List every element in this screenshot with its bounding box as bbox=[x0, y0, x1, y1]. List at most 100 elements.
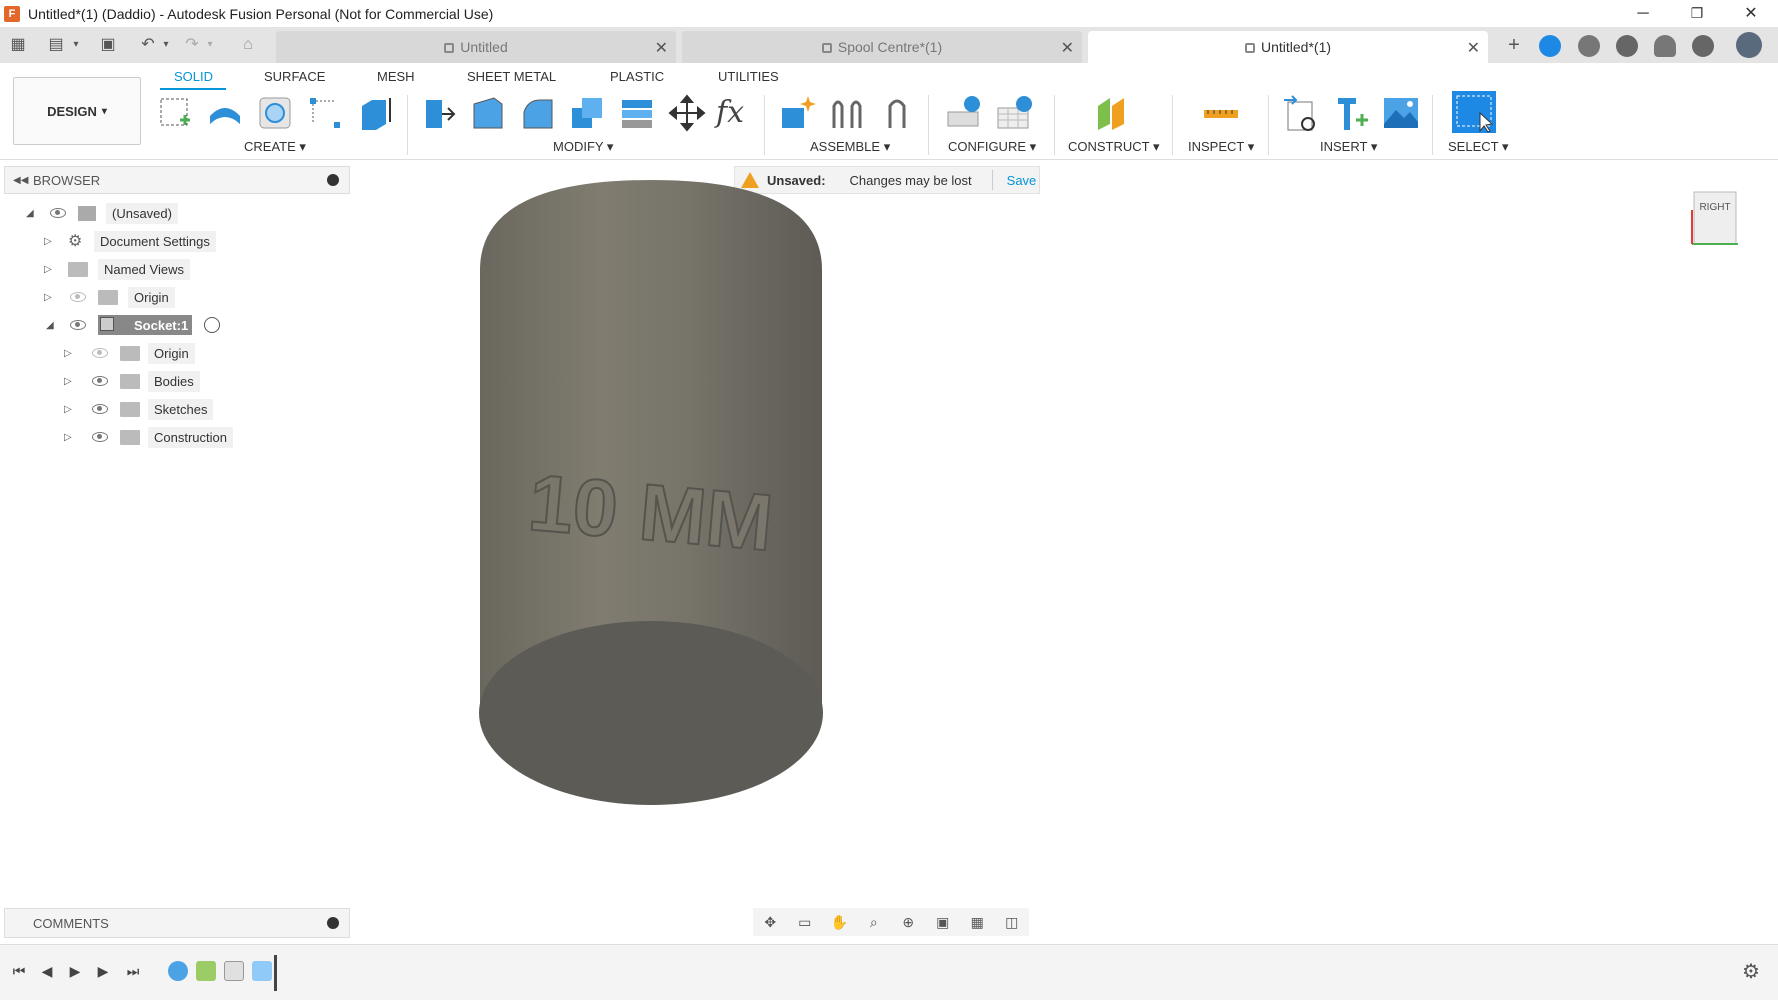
timeline-feature-sketch-icon[interactable] bbox=[196, 961, 216, 981]
visibility-eye-icon[interactable] bbox=[92, 376, 108, 386]
app-grid-icon[interactable]: ▦ bbox=[6, 33, 30, 57]
insert-canvas-icon[interactable] bbox=[1382, 94, 1420, 132]
create-menu[interactable]: CREATE ▾ bbox=[244, 139, 306, 155]
extensions-icon[interactable] bbox=[1578, 35, 1600, 57]
create-sketch-icon[interactable] bbox=[156, 94, 194, 132]
job-status-icon[interactable] bbox=[1539, 35, 1561, 57]
parameters-fx-icon[interactable]: fx bbox=[716, 94, 754, 132]
add-comment-icon[interactable] bbox=[327, 917, 339, 929]
extrude-icon[interactable] bbox=[356, 94, 394, 132]
activate-radio-icon[interactable] bbox=[204, 317, 220, 333]
tab-utilities[interactable]: UTILITIES bbox=[718, 69, 779, 84]
restore-button[interactable]: ❐ bbox=[1670, 0, 1724, 27]
undo-caret-icon[interactable]: ▾ bbox=[154, 33, 178, 57]
socket-body-3d[interactable]: 10 MM bbox=[478, 180, 824, 808]
timeline-feature-text-icon[interactable] bbox=[224, 961, 244, 981]
tab-mesh[interactable]: MESH bbox=[377, 69, 415, 84]
browser-panel-header[interactable]: ◀◀ BROWSER bbox=[4, 166, 350, 194]
hidden-eye-icon[interactable] bbox=[92, 348, 108, 358]
viewports-icon[interactable]: ◫ bbox=[1003, 913, 1021, 931]
workspace-switcher[interactable]: DESIGN ▾ bbox=[13, 77, 141, 145]
timeline-feature-extrude-icon[interactable] bbox=[168, 961, 188, 981]
visibility-eye-icon[interactable] bbox=[70, 320, 86, 330]
derive-icon[interactable] bbox=[256, 94, 294, 132]
new-tab-icon[interactable]: + bbox=[1502, 33, 1526, 57]
expanded-triangle-icon[interactable]: ◢ bbox=[46, 320, 56, 331]
step-back-icon[interactable]: ◀ bbox=[38, 963, 56, 981]
close-tab-icon[interactable]: ✕ bbox=[655, 38, 668, 58]
timeline-marker[interactable] bbox=[274, 955, 277, 991]
collapsed-triangle-icon[interactable]: ▷ bbox=[64, 404, 74, 415]
notifications-bell-icon[interactable] bbox=[1654, 35, 1676, 57]
configuration-table-icon[interactable] bbox=[996, 94, 1034, 132]
history-clock-icon[interactable] bbox=[1616, 35, 1638, 57]
inspect-menu[interactable]: INSPECT ▾ bbox=[1188, 139, 1254, 155]
comments-panel[interactable]: COMMENTS bbox=[4, 908, 350, 938]
close-window-button[interactable]: ✕ bbox=[1724, 0, 1778, 27]
new-component-icon[interactable] bbox=[778, 94, 816, 132]
minimize-button[interactable]: ─ bbox=[1616, 0, 1670, 27]
joint-icon[interactable] bbox=[828, 94, 866, 132]
fillet-icon[interactable] bbox=[468, 94, 506, 132]
shell-icon[interactable] bbox=[568, 94, 606, 132]
configure-icon[interactable] bbox=[946, 94, 984, 132]
visibility-eye-icon[interactable] bbox=[92, 432, 108, 442]
doc-tab-untitled[interactable]: Untitled ✕ bbox=[276, 31, 676, 63]
select-icon[interactable] bbox=[1452, 91, 1496, 133]
tab-plastic[interactable]: PLASTIC bbox=[610, 69, 664, 84]
move-icon[interactable] bbox=[668, 94, 706, 132]
user-avatar[interactable] bbox=[1736, 32, 1762, 58]
form-icon[interactable] bbox=[206, 94, 244, 132]
view-cube[interactable]: RIGHT bbox=[1688, 190, 1740, 250]
select-menu[interactable]: SELECT ▾ bbox=[1448, 139, 1508, 155]
help-icon[interactable] bbox=[1692, 35, 1714, 57]
display-settings-icon[interactable]: ▣ bbox=[934, 913, 952, 931]
combine-icon[interactable] bbox=[618, 94, 656, 132]
collapsed-triangle-icon[interactable]: ▷ bbox=[64, 432, 74, 443]
go-to-start-icon[interactable]: ⏮ bbox=[10, 963, 28, 981]
expanded-triangle-icon[interactable]: ◢ bbox=[26, 208, 36, 219]
sketch-dimension-icon[interactable] bbox=[306, 94, 344, 132]
step-forward-icon[interactable]: ▶ bbox=[94, 963, 112, 981]
collapsed-triangle-icon[interactable]: ▷ bbox=[64, 348, 74, 359]
collapsed-triangle-icon[interactable]: ▷ bbox=[64, 376, 74, 387]
doc-tab-spool-centre[interactable]: Spool Centre*(1) ✕ bbox=[682, 31, 1082, 63]
doc-tab-untitled-1[interactable]: Untitled*(1) ✕ bbox=[1088, 31, 1488, 63]
collapsed-triangle-icon[interactable]: ▷ bbox=[44, 236, 54, 247]
visibility-eye-icon[interactable] bbox=[50, 208, 66, 218]
close-tab-icon[interactable]: ✕ bbox=[1467, 38, 1480, 58]
collapsed-triangle-icon[interactable]: ▷ bbox=[44, 264, 54, 275]
pin-panel-icon[interactable] bbox=[327, 174, 339, 186]
press-pull-icon[interactable] bbox=[420, 94, 458, 132]
close-tab-icon[interactable]: ✕ bbox=[1061, 38, 1074, 58]
go-to-end-icon[interactable]: ⏭ bbox=[124, 963, 142, 981]
collapsed-triangle-icon[interactable]: ▷ bbox=[44, 292, 54, 303]
home-icon[interactable]: ⌂ bbox=[236, 33, 260, 57]
as-built-joint-icon[interactable] bbox=[878, 94, 916, 132]
hidden-eye-icon[interactable] bbox=[70, 292, 86, 302]
timeline-feature-emboss-icon[interactable] bbox=[252, 961, 272, 981]
pan-hand-icon[interactable]: ✋ bbox=[830, 913, 848, 931]
tab-sheet-metal[interactable]: SHEET METAL bbox=[467, 69, 556, 84]
collapse-panel-icon[interactable]: ◀◀ bbox=[13, 175, 28, 186]
tab-surface[interactable]: SURFACE bbox=[264, 69, 325, 84]
play-icon[interactable]: ▶ bbox=[66, 963, 84, 981]
construct-menu[interactable]: CONSTRUCT ▾ bbox=[1068, 139, 1160, 155]
insert-derive-icon[interactable] bbox=[1282, 94, 1320, 132]
assemble-menu[interactable]: ASSEMBLE ▾ bbox=[810, 139, 890, 155]
fit-zoom-icon[interactable]: ⊕ bbox=[899, 913, 917, 931]
tab-solid[interactable]: SOLID bbox=[174, 69, 213, 84]
orbit-icon[interactable]: ✥ bbox=[761, 913, 779, 931]
grid-settings-icon[interactable]: ▦ bbox=[968, 913, 986, 931]
configure-menu[interactable]: CONFIGURE ▾ bbox=[948, 139, 1036, 155]
save-link[interactable]: Save bbox=[1007, 173, 1037, 188]
redo-caret-icon[interactable]: ▾ bbox=[198, 33, 222, 57]
chamfer-icon[interactable] bbox=[518, 94, 556, 132]
visibility-eye-icon[interactable] bbox=[92, 404, 108, 414]
measure-icon[interactable] bbox=[1202, 94, 1240, 132]
zoom-icon[interactable]: ⌕ bbox=[865, 913, 883, 931]
timeline-settings-gear-icon[interactable]: ⚙ bbox=[1742, 959, 1760, 984]
file-caret-icon[interactable]: ▾ bbox=[64, 33, 88, 57]
insert-menu[interactable]: INSERT ▾ bbox=[1320, 139, 1377, 155]
save-icon[interactable]: ▣ bbox=[96, 33, 120, 57]
